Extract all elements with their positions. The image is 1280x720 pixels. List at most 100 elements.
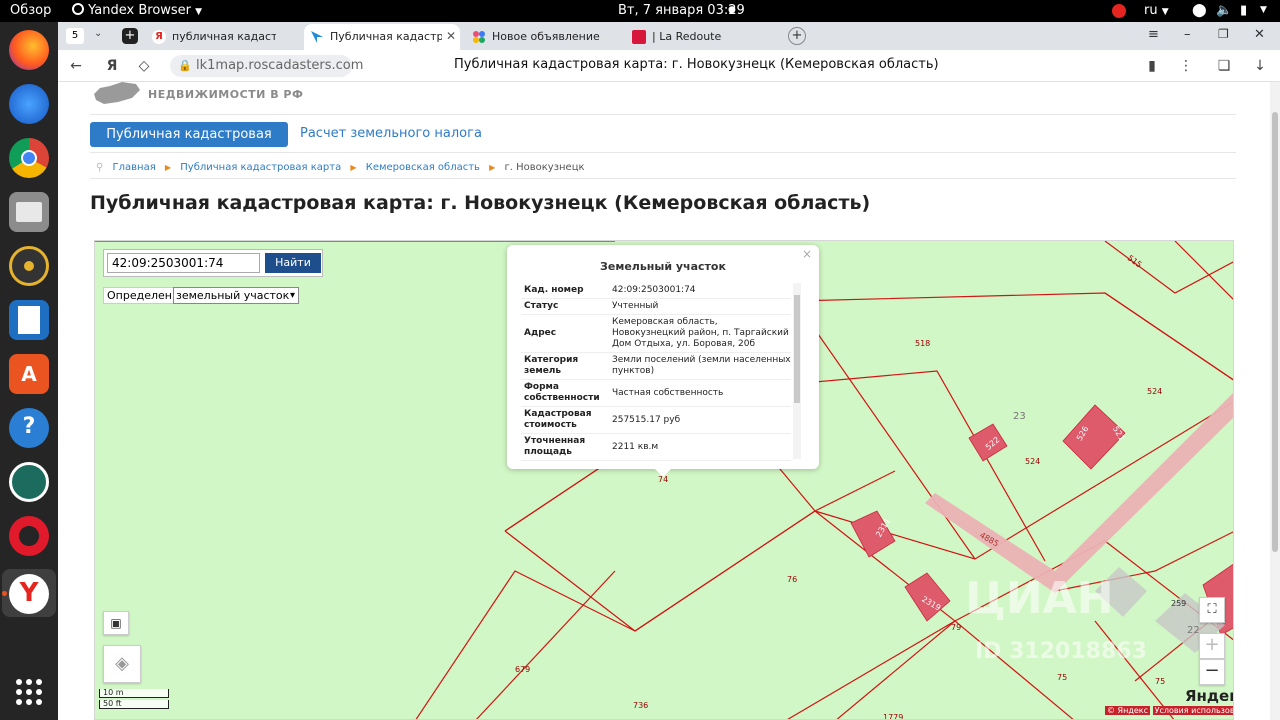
zoom-out-button[interactable]: −	[1199, 659, 1225, 685]
site-logo-text: НЕДВИЖИМОСТИ В РФ	[148, 88, 304, 101]
map-favicon-icon	[310, 30, 324, 44]
add-tab-icon[interactable]: +	[788, 27, 806, 45]
table-row: Форма собственности Частная собственность	[521, 379, 791, 407]
web-page: НЕДВИЖИМОСТИ В РФ Публичная кадастровая …	[58, 82, 1280, 720]
row-key: Кадастровая стоимость	[521, 406, 609, 434]
app-menu[interactable]: Yandex Browser ▼	[72, 3, 202, 18]
chrome-icon[interactable]	[9, 138, 49, 178]
protect-shield-icon[interactable]: ◇	[136, 58, 152, 74]
row-key: Форма собственности	[521, 379, 609, 407]
restore-icon[interactable]: ❐	[1218, 27, 1229, 41]
close-icon[interactable]: ×	[802, 247, 812, 261]
copyright-link[interactable]: © Яндекс	[1105, 706, 1151, 715]
rhythmbox-icon[interactable]	[9, 246, 49, 286]
row-key: Уточненная площадь	[521, 433, 609, 461]
yandex-browser-icon	[72, 3, 84, 15]
minimize-icon[interactable]: –	[1184, 27, 1191, 42]
software-center-icon[interactable]: A	[9, 354, 49, 394]
chevron-down-icon: ▼	[195, 7, 203, 17]
opera-icon[interactable]	[9, 516, 49, 556]
yandex-tray-icon[interactable]	[1112, 4, 1126, 22]
cadastral-number-input[interactable]	[107, 253, 260, 273]
volume-icon[interactable]: 🔈	[1216, 3, 1232, 18]
tab-cadastral-map[interactable]: Публичная кадастрова ✕	[304, 24, 460, 50]
menu-icon[interactable]: ≡	[1148, 27, 1159, 42]
cian-favicon-icon	[472, 30, 486, 44]
system-menu-chevron-icon[interactable]: ▼	[1260, 5, 1267, 15]
parcel-label: 79	[951, 623, 962, 632]
tab-cadastral-search[interactable]: Я публичная кадастровая к	[146, 24, 294, 50]
network-icon[interactable]: ⬤	[1192, 3, 1207, 18]
help-icon[interactable]: ?	[9, 408, 49, 448]
activities-button[interactable]: Обзор	[10, 3, 51, 18]
popup-scroll-thumb[interactable]	[794, 295, 800, 403]
collections-icon[interactable]: ❏	[1216, 58, 1232, 74]
language-indicator[interactable]: ru ▼	[1144, 3, 1169, 18]
tab-count-badge[interactable]: 5	[66, 28, 84, 44]
row-value: 42:09:2503001:74	[609, 283, 791, 299]
yandex-maps-logo: Яндекс	[1185, 687, 1233, 705]
firefox-icon[interactable]	[9, 30, 49, 70]
cadastral-map[interactable]: ЦИАН ID 312018863 515 518 524 23 524 74 …	[94, 240, 1234, 720]
parcel-label: 75	[1155, 677, 1166, 686]
app-grid-icon[interactable]	[9, 672, 49, 712]
nav-land-tax[interactable]: Расчет земельного налога	[300, 126, 482, 141]
breadcrumb-region[interactable]: Кемеровская область	[366, 162, 480, 173]
parcel-label: 1779	[883, 713, 904, 720]
thunderbird-icon[interactable]	[9, 84, 49, 124]
url-text: lk1map.roscadasters.com	[196, 58, 364, 73]
table-row: Категория земель Земли поселений (земли н…	[521, 352, 791, 380]
ruler-icon[interactable]: ▣	[103, 611, 129, 635]
url-field[interactable]: 🔒 lk1map.roscadasters.com	[170, 55, 363, 77]
table-row: Уточненная площадь 2211 кв.м	[521, 433, 791, 461]
map-scale: 10 m 50 ft	[99, 689, 169, 711]
search-button[interactable]: Найти	[265, 253, 321, 273]
back-arrow-icon[interactable]: ←	[68, 58, 84, 74]
row-value: 2211 кв.м	[609, 433, 791, 461]
running-indicator	[2, 591, 7, 596]
battery-icon[interactable]: ▮	[1240, 3, 1247, 18]
page-scrollbar[interactable]	[1270, 82, 1280, 720]
remote-desktop-icon[interactable]	[9, 462, 49, 502]
parcel-label: 736	[633, 701, 649, 710]
table-row: Адрес Кемеровская область, Новокузнецкий …	[521, 314, 791, 353]
layers-icon[interactable]: ◈	[103, 645, 141, 683]
terms-link[interactable]: Условия использования	[1152, 706, 1233, 715]
clock[interactable]: Вт, 7 января 03:29	[618, 3, 745, 18]
close-window-icon[interactable]: ✕	[1254, 27, 1265, 42]
more-icon[interactable]: ⋮	[1178, 58, 1194, 74]
breadcrumb-home[interactable]: Главная	[113, 162, 156, 173]
tab-label: публичная кадастровая к	[172, 30, 276, 43]
page-scroll-thumb[interactable]	[1272, 112, 1278, 552]
bookmark-icon[interactable]: ▮	[1144, 58, 1160, 74]
tab-list-chevron-icon[interactable]: ⌄	[94, 28, 102, 39]
yandex-home-icon[interactable]: Я	[104, 58, 120, 74]
row-value: Земли поселений (земли населенных пункто…	[609, 352, 791, 380]
parcel-label: 75	[1057, 673, 1068, 682]
definition-select[interactable]: земельный участок	[173, 287, 299, 304]
row-key: Статус	[521, 298, 609, 315]
zoom-in-button[interactable]: +	[1199, 633, 1225, 659]
popup-pointer	[653, 467, 673, 477]
table-row: Кадастровая стоимость 257515.17 руб	[521, 406, 791, 434]
map-copyright: © Яндекс Условия использования	[1105, 706, 1233, 715]
popup-title: Земельный участок	[600, 260, 726, 273]
chevron-right-icon: ▶	[489, 163, 496, 172]
tab-la-redoute[interactable]: | La Redoute	[626, 24, 776, 50]
close-tab-icon[interactable]: ✕	[446, 29, 456, 43]
tab-label: Новое объявление — Объ	[492, 30, 600, 43]
fullscreen-icon[interactable]: ⛶	[1199, 597, 1225, 623]
row-value: Кемеровская область, Новокузнецкий район…	[609, 314, 791, 353]
yandex-browser-icon[interactable]: Y	[9, 574, 49, 614]
nav-cadastral-map[interactable]: Публичная кадастровая карта	[90, 122, 288, 167]
tab-new-listing[interactable]: Новое объявление — Объ	[466, 24, 618, 50]
row-key: Категория земель	[521, 352, 609, 380]
writer-icon[interactable]	[9, 300, 49, 340]
downloads-icon[interactable]: ↓	[1252, 58, 1268, 74]
breadcrumb-map[interactable]: Публичная кадастровая карта	[180, 162, 341, 173]
table-row: Статус Учтенный	[521, 298, 791, 315]
new-tab-plus-icon[interactable]: +	[122, 28, 138, 44]
yandex-favicon-icon: Я	[152, 30, 166, 44]
popup-scrollbar[interactable]	[793, 283, 801, 459]
files-icon[interactable]	[9, 192, 49, 232]
